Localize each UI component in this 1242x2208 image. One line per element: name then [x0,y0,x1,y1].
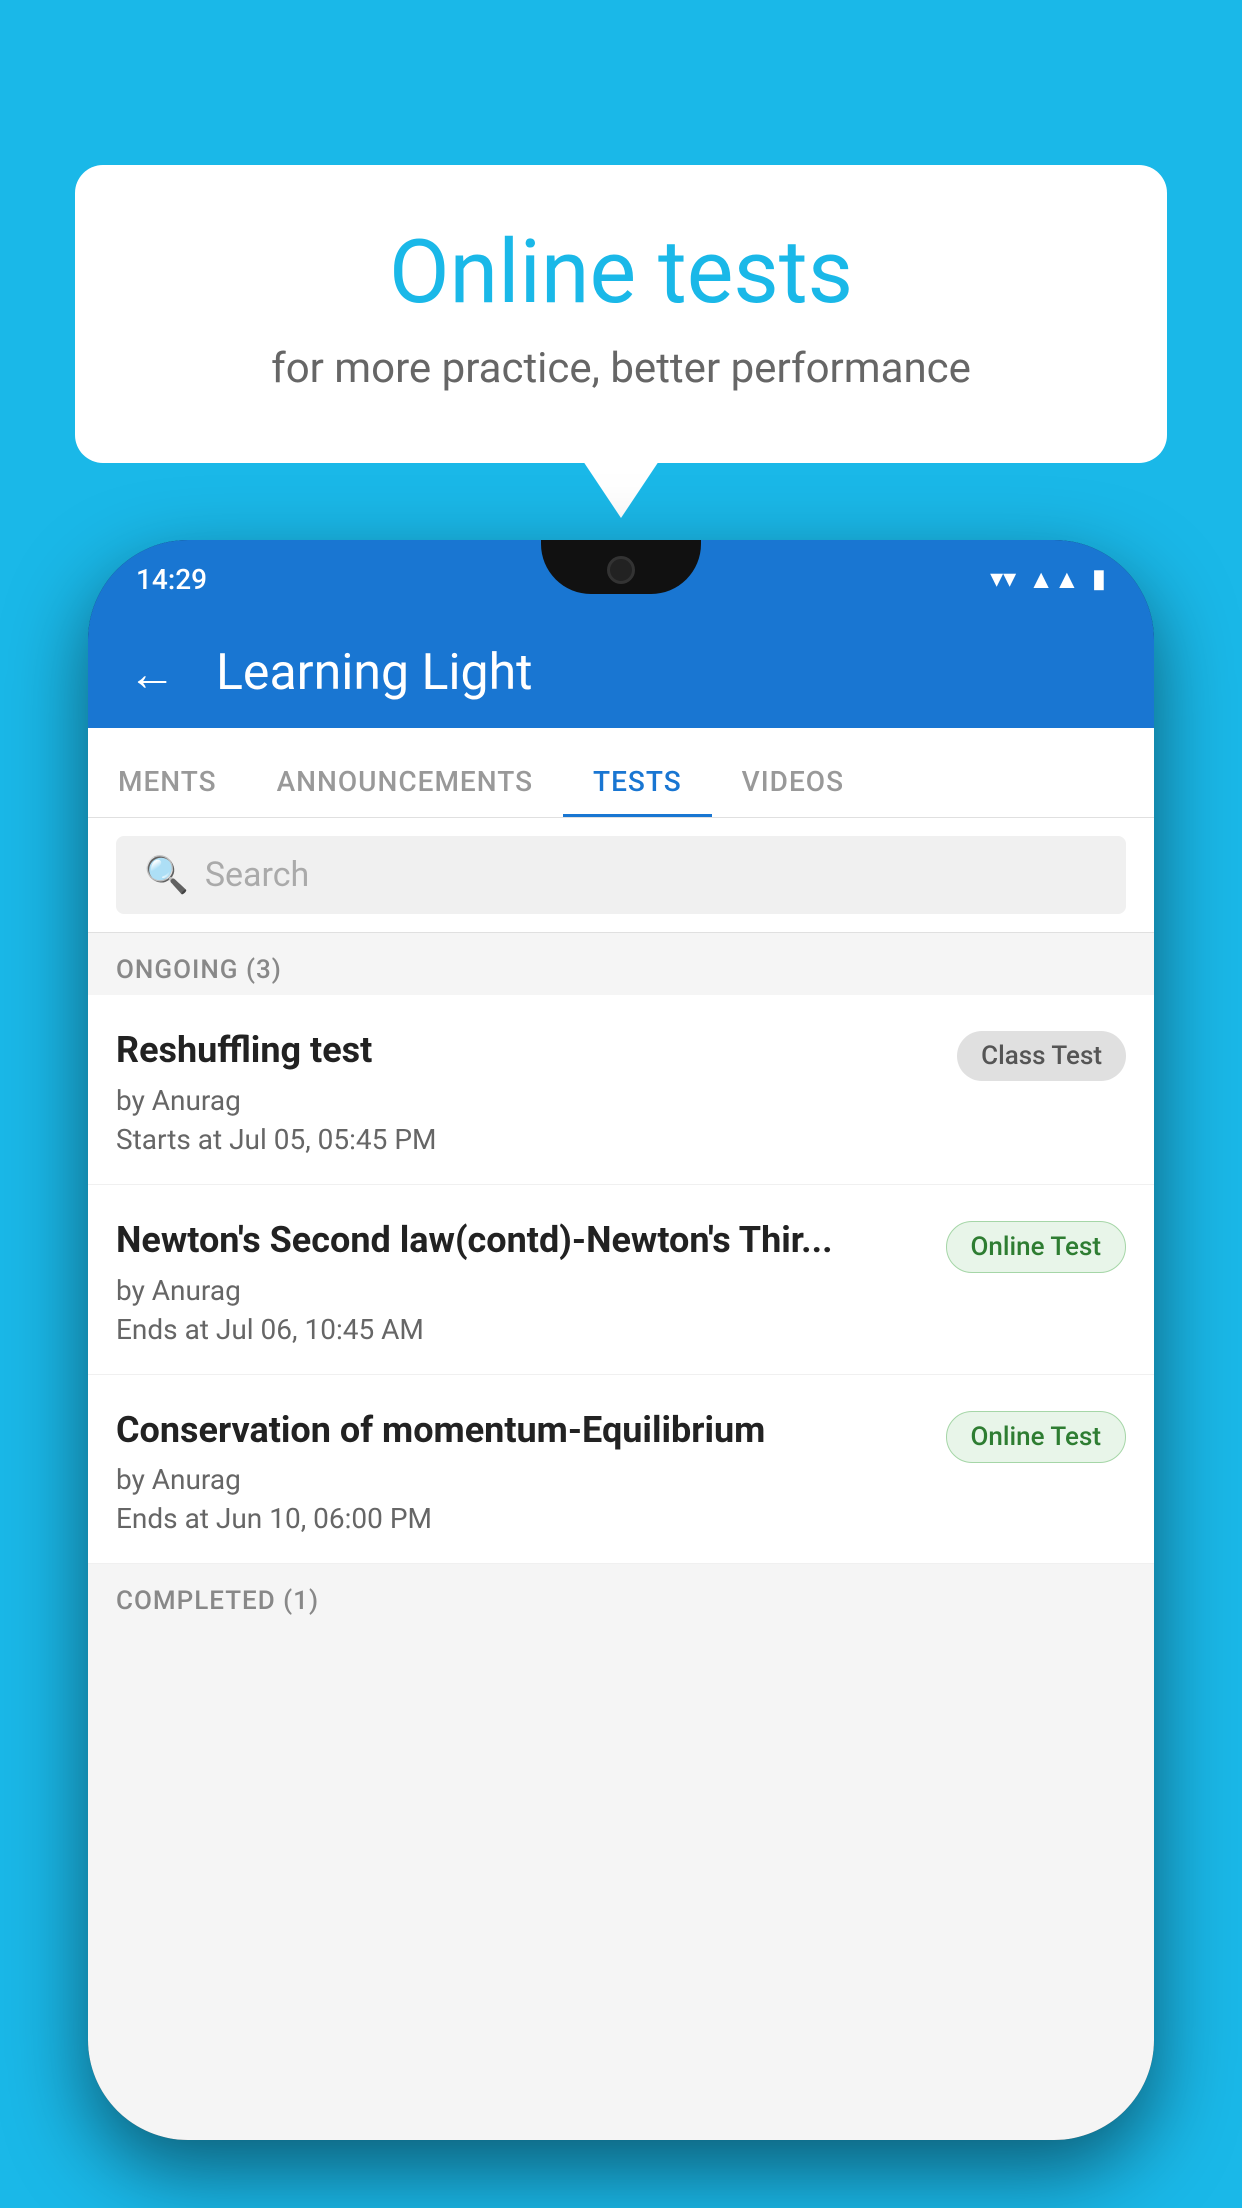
tabs-bar: MENTS ANNOUNCEMENTS TESTS VIDEOS [88,728,1154,818]
test-info-3: Conservation of momentum-Equilibrium by … [116,1407,926,1536]
battery-icon: ▮ [1092,564,1106,594]
app-bar: ← Learning Light [88,618,1154,728]
signal-icon: ▲▲ [1028,564,1079,595]
app-bar-title: Learning Light [216,644,533,702]
test-title-3: Conservation of momentum-Equilibrium [116,1407,926,1454]
test-info-1: Reshuffling test by Anurag Starts at Jul… [116,1027,937,1156]
speech-bubble-title: Online tests [155,225,1087,322]
back-button[interactable]: ← [128,645,176,702]
test-by-2: by Anurag [116,1274,926,1307]
tab-ments[interactable]: MENTS [88,765,247,817]
ongoing-section-header: ONGOING (3) [88,933,1154,995]
test-item-1[interactable]: Reshuffling test by Anurag Starts at Jul… [88,995,1154,1185]
search-container: 🔍 Search [88,818,1154,933]
status-icons: ▾▾ ▲▲ ▮ [990,564,1106,595]
test-time-1: Starts at Jul 05, 05:45 PM [116,1123,937,1156]
test-item-3[interactable]: Conservation of momentum-Equilibrium by … [88,1375,1154,1565]
test-time-3: Ends at Jun 10, 06:00 PM [116,1502,926,1535]
test-badge-2: Online Test [946,1221,1127,1273]
search-bar[interactable]: 🔍 Search [116,836,1126,914]
test-badge-1: Class Test [957,1031,1126,1081]
tab-announcements[interactable]: ANNOUNCEMENTS [247,765,563,817]
test-by-3: by Anurag [116,1463,926,1496]
test-info-2: Newton's Second law(contd)-Newton's Thir… [116,1217,926,1346]
speech-bubble-subtitle: for more practice, better performance [155,344,1087,393]
search-icon: 🔍 [144,854,189,896]
speech-bubble: Online tests for more practice, better p… [75,165,1167,463]
test-by-1: by Anurag [116,1084,937,1117]
test-badge-3: Online Test [946,1411,1127,1463]
phone-frame: 14:29 ▾▾ ▲▲ ▮ ← Learning Light MENTS ANN… [88,540,1154,2140]
phone-content: 🔍 Search ONGOING (3) Reshuffling test by… [88,818,1154,2140]
camera-dot [607,556,635,584]
test-title-1: Reshuffling test [116,1027,937,1074]
search-placeholder: Search [205,855,309,895]
tab-tests[interactable]: TESTS [563,765,712,817]
status-time: 14:29 [136,563,207,596]
tab-videos[interactable]: VIDEOS [712,765,874,817]
test-item-2[interactable]: Newton's Second law(contd)-Newton's Thir… [88,1185,1154,1375]
completed-section-header: COMPLETED (1) [88,1564,1154,1626]
test-time-2: Ends at Jul 06, 10:45 AM [116,1313,926,1346]
wifi-icon: ▾▾ [990,564,1016,594]
test-title-2: Newton's Second law(contd)-Newton's Thir… [116,1217,926,1264]
